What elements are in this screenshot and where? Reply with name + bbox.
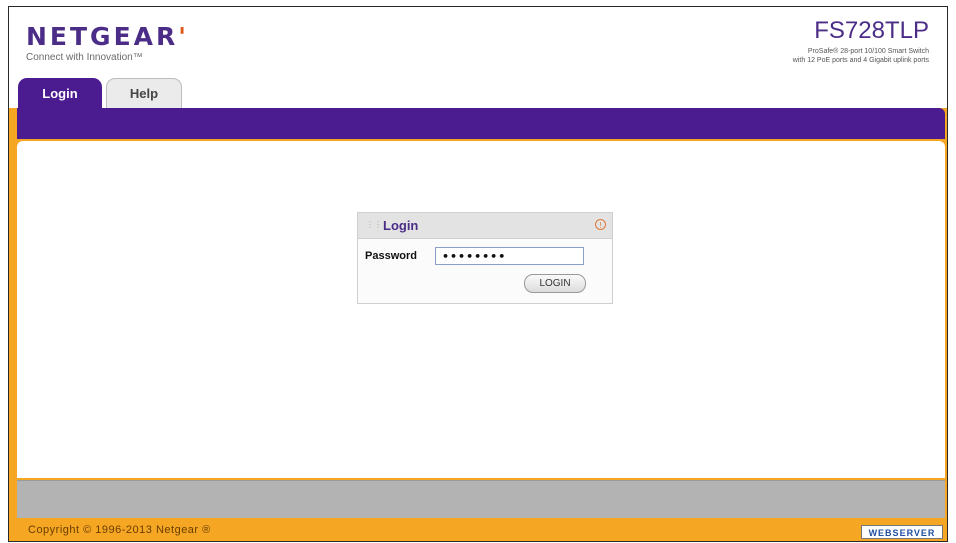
login-panel: ⋮⋮ Login ! Password LOGIN (357, 212, 613, 304)
model-title: FS728TLP (814, 17, 929, 44)
webserver-badge: WEBSERVER (861, 525, 943, 539)
model-description: ProSafe® 28-port 10/100 Smart Switch wit… (792, 48, 929, 64)
login-button[interactable]: LOGIN (524, 274, 586, 293)
logo-text: NETGEAR' (26, 22, 189, 51)
login-panel-title: Login (383, 218, 419, 233)
tab-login[interactable]: Login (18, 78, 102, 108)
tab-bar: Login Help (18, 78, 186, 108)
nav-bar (17, 108, 945, 139)
drag-handle-icon: ⋮⋮ (366, 220, 382, 229)
copyright-text: Copyright © 1996-2013 Netgear ® (28, 524, 211, 536)
login-panel-header: ⋮⋮ Login ! (358, 213, 612, 239)
password-input[interactable] (435, 247, 584, 265)
footer-bar (17, 480, 945, 518)
logo-tagline: Connect with Innovation™ (26, 52, 143, 63)
password-label: Password (365, 250, 417, 262)
model-info: FS728TLP ProSafe® 28-port 10/100 Smart S… (793, 17, 929, 65)
main-content (17, 141, 945, 478)
info-icon[interactable]: ! (595, 219, 606, 230)
tab-help[interactable]: Help (106, 78, 182, 108)
netgear-logo: NETGEAR' Connect with Innovation™ (26, 22, 189, 64)
